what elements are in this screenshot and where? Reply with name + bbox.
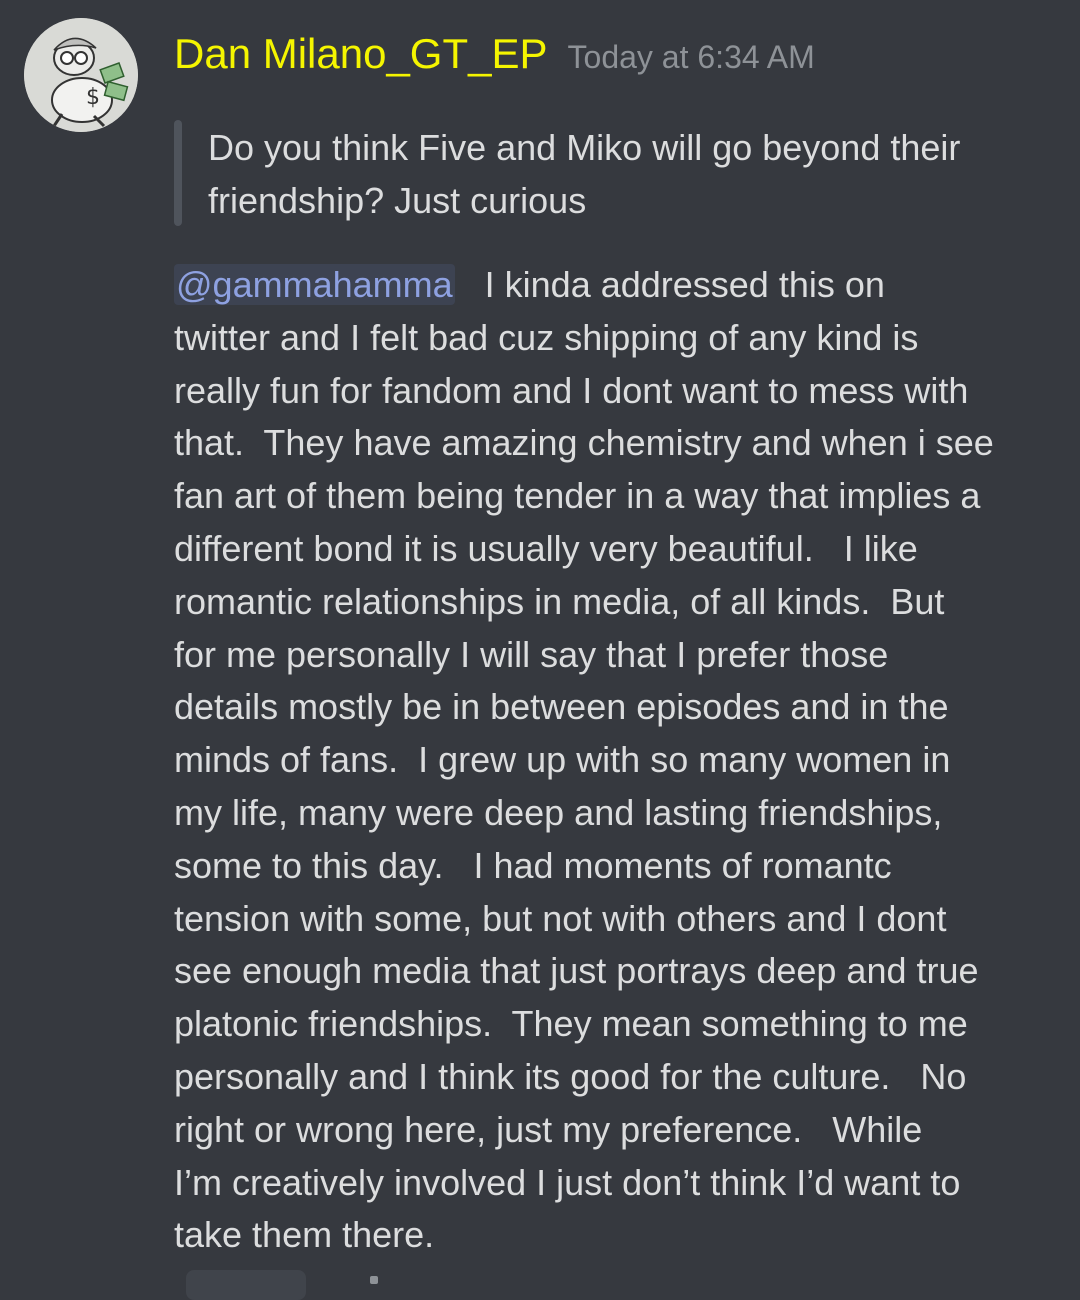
message-line: I’m creatively involved I just don’t thi… xyxy=(174,1161,961,1203)
quote-line: friendship? Just curious xyxy=(208,180,587,221)
message-line: @gammahamma I kinda addressed this on xyxy=(174,259,1054,312)
message-content: @gammahamma I kinda addressed this on tw… xyxy=(174,259,1054,1262)
message-line: take them there. xyxy=(174,1214,435,1256)
message-header: Dan Milano_GT_EP Today at 6:34 AM xyxy=(174,26,815,86)
message-line: that. They have amazing chemistry and wh… xyxy=(174,422,994,464)
chat-message: $ Dan Milano_GT_EP Today at 6:34 AM Do y… xyxy=(0,0,1080,1300)
reaction-button[interactable] xyxy=(186,1270,306,1300)
message-line: minds of fans. I grew up with so many wo… xyxy=(174,739,951,781)
message-line: details mostly be in between episodes an… xyxy=(174,686,949,728)
quote-text: Do you think Five and Miko will go beyon… xyxy=(208,121,960,227)
message-line: platonic friendships. They mean somethin… xyxy=(174,1003,968,1045)
message-line: some to this day. I had moments of roman… xyxy=(174,844,892,886)
message-line: for me personally I will say that I pref… xyxy=(174,633,889,675)
message-line: really fun for fandom and I dont want to… xyxy=(174,369,969,411)
timestamp: Today at 6:34 AM xyxy=(567,39,815,75)
quote-line: Do you think Five and Miko will go beyon… xyxy=(208,127,961,168)
message-line: twitter and I felt bad cuz shipping of a… xyxy=(174,316,919,358)
svg-text:$: $ xyxy=(86,85,100,110)
message-line: tension with some, but not with others a… xyxy=(174,897,947,939)
message-line-text: I kinda addressed this on xyxy=(454,264,885,305)
avatar[interactable]: $ xyxy=(24,18,138,132)
cartoon-character-avatar-icon: $ xyxy=(24,18,138,132)
message-line: different bond it is usually very beauti… xyxy=(174,527,918,569)
message-line: fan art of them being tender in a way th… xyxy=(174,475,981,517)
user-mention[interactable]: @gammahamma xyxy=(174,264,455,305)
quote-block: Do you think Five and Miko will go beyon… xyxy=(174,120,1054,227)
message-line: my life, many were deep and lasting frie… xyxy=(174,791,943,833)
message-line: romantic relationships in media, of all … xyxy=(174,580,945,622)
message-line: personally and I think its good for the … xyxy=(174,1055,967,1097)
username[interactable]: Dan Milano_GT_EP xyxy=(174,26,548,82)
message-line: right or wrong here, just my preference.… xyxy=(174,1108,923,1150)
quote-bar xyxy=(174,120,182,226)
message-line: see enough media that just portrays deep… xyxy=(174,950,979,992)
